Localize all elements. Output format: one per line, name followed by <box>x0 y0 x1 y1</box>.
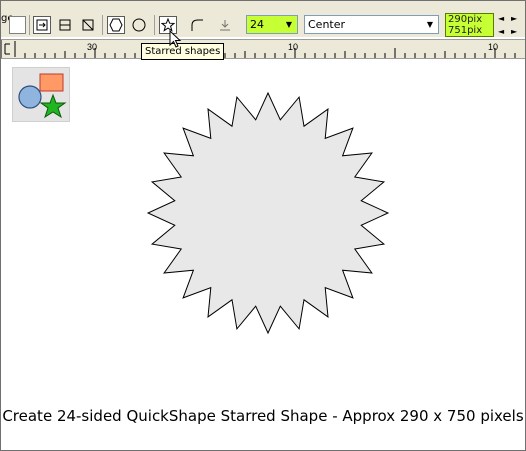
caption-text: Create 24-sided QuickShape Starred Shape… <box>2 407 524 425</box>
starred-shape[interactable] <box>146 91 390 335</box>
starred-shape-canvas <box>146 91 390 335</box>
